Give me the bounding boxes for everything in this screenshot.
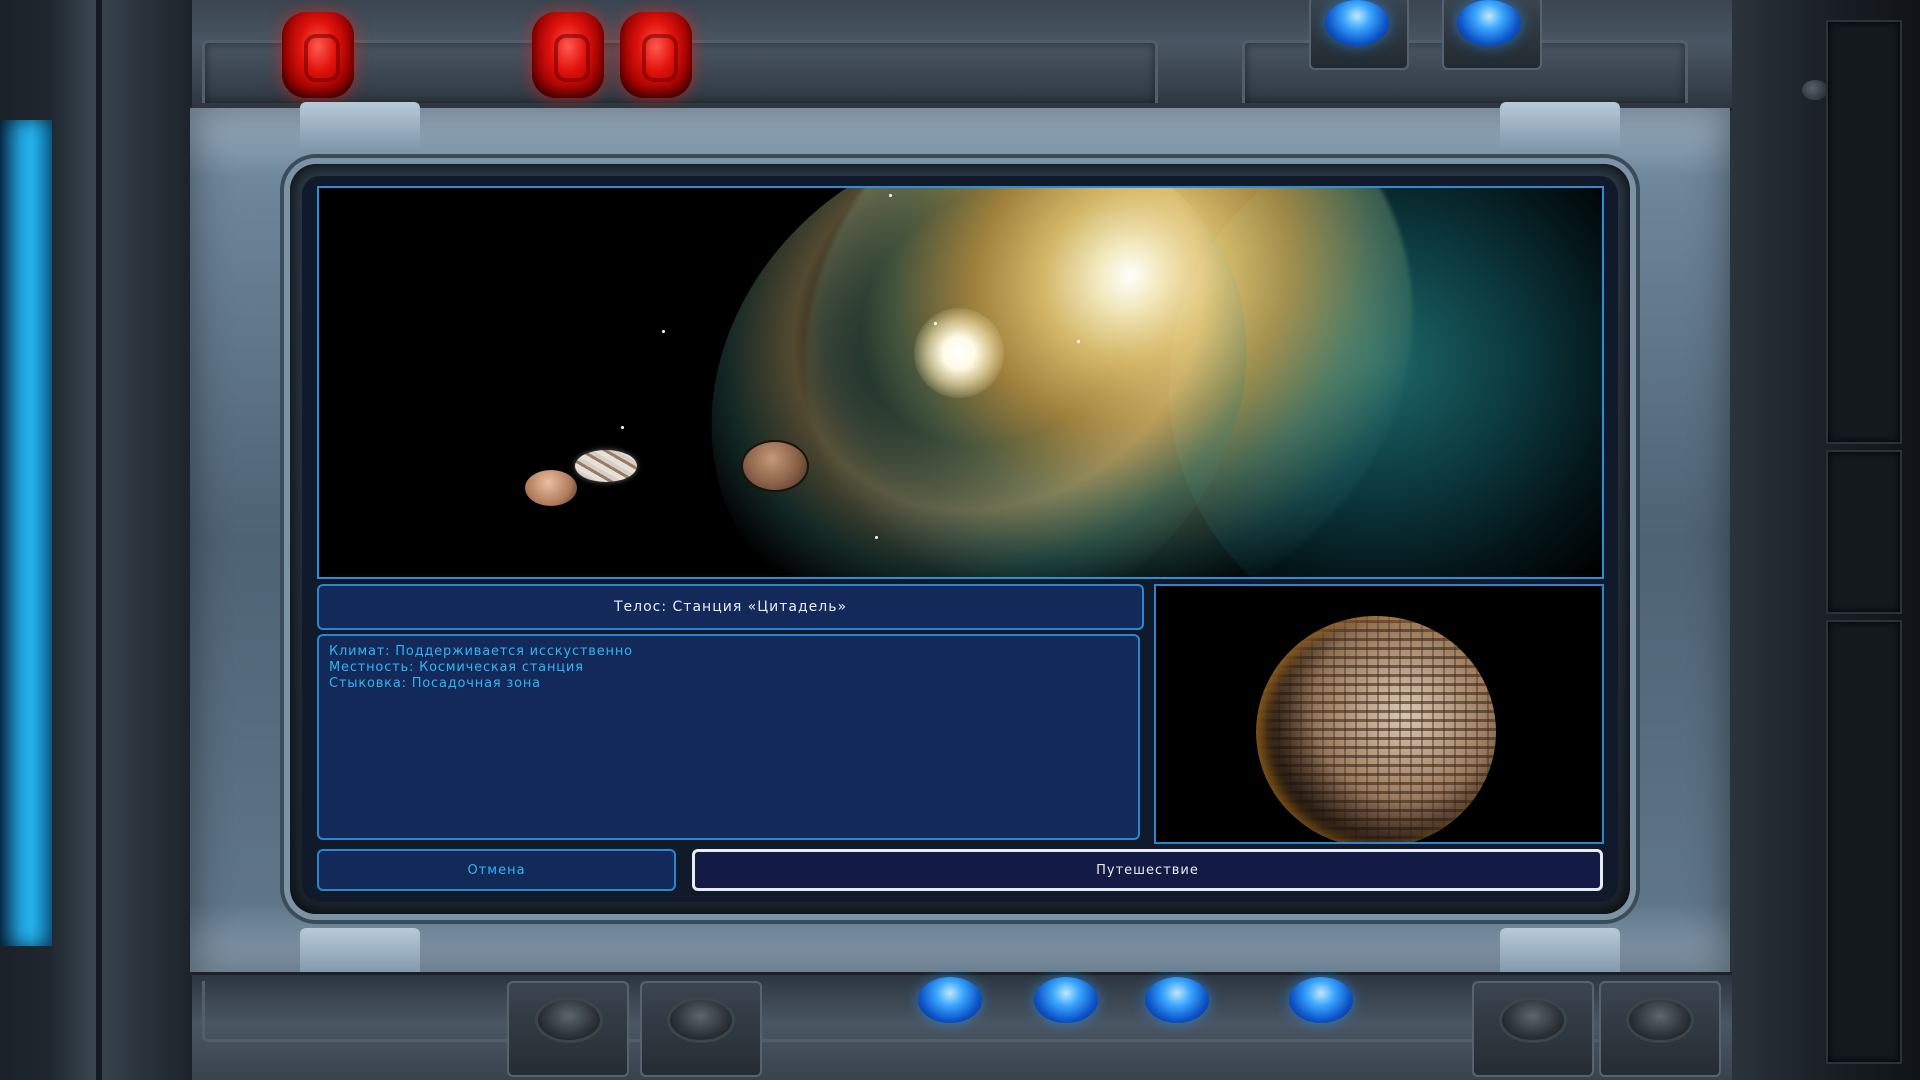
star-dot <box>1077 340 1080 343</box>
right-panel-slot <box>1826 20 1902 444</box>
bottom-console <box>192 972 1732 1080</box>
cancel-button[interactable]: Отмена <box>317 849 676 891</box>
star-icon[interactable] <box>914 308 1004 398</box>
red-light-icon <box>620 12 692 98</box>
blue-light-icon <box>1145 977 1209 1023</box>
top-console <box>192 0 1732 111</box>
red-light-icon <box>532 12 604 98</box>
destination-title: Телос: Станция «Цитадель» <box>317 584 1144 630</box>
galaxy-map-scene: Телос: Станция «Цитадель» Климат: Поддер… <box>0 0 1920 1080</box>
star-dot <box>662 330 665 333</box>
left-bulkhead <box>52 0 192 1080</box>
star-dot <box>621 426 624 429</box>
frame-tab <box>1500 928 1620 978</box>
citadel-station-icon[interactable] <box>575 450 637 482</box>
gray-light-icon <box>667 997 735 1043</box>
destination-preview <box>1154 584 1604 844</box>
frame-tab <box>300 928 420 978</box>
blue-light-icon <box>1289 977 1353 1023</box>
travel-button[interactable]: Путешествие <box>692 849 1603 891</box>
frame-tab <box>1500 102 1620 152</box>
star-dot <box>934 322 937 325</box>
frame-tab <box>300 102 420 152</box>
right-panel-slot <box>1826 620 1902 1064</box>
terrain-detail: Местность: Космическая станция <box>329 660 584 675</box>
gray-light-icon <box>1626 997 1694 1043</box>
blue-light-icon <box>1457 0 1521 46</box>
planet-icon[interactable] <box>525 470 577 506</box>
galaxy-view[interactable] <box>317 186 1604 579</box>
star-dot <box>889 194 892 197</box>
blue-light-icon <box>1034 977 1098 1023</box>
gray-light-icon <box>535 997 603 1043</box>
side-monitor-glow <box>0 120 52 946</box>
climate-detail: Климат: Поддерживается исскуственно <box>329 644 633 659</box>
right-panel-slot <box>1826 450 1902 614</box>
planet-icon[interactable] <box>741 440 809 492</box>
destination-details: Климат: Поддерживается исскуственно Мест… <box>317 634 1140 840</box>
red-light-icon <box>282 12 354 98</box>
gray-light-icon <box>1499 997 1567 1043</box>
docking-detail: Стыковка: Посадочная зона <box>329 676 541 691</box>
star-dot <box>875 536 878 539</box>
knob-icon <box>1802 80 1828 100</box>
citadel-station-image <box>1256 616 1496 842</box>
blue-light-icon <box>1325 0 1389 46</box>
blue-light-icon <box>918 977 982 1023</box>
